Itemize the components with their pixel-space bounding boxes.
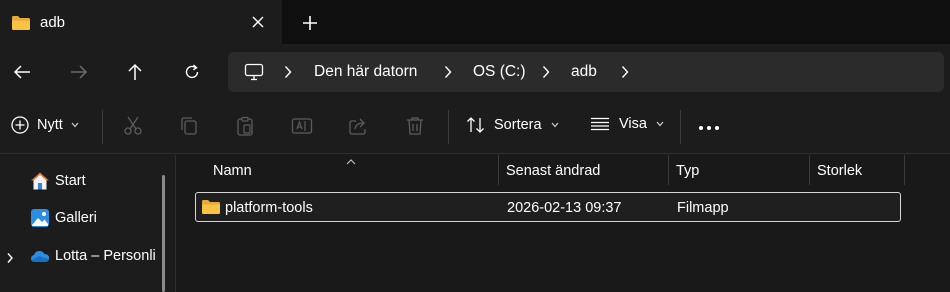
file-list: Namn Senast ändrad Typ Storlek platform-… xyxy=(177,155,950,292)
home-icon xyxy=(30,171,50,191)
chevron-right-icon[interactable] xyxy=(621,65,629,82)
close-tab-icon[interactable] xyxy=(249,13,267,31)
sort-caret-icon xyxy=(346,152,356,168)
sort-label: Sortera xyxy=(494,117,542,133)
share-icon[interactable] xyxy=(348,116,368,136)
tab-title: adb xyxy=(40,14,66,31)
plus-circle-icon xyxy=(11,116,29,134)
navigation-bar: Den här datorn OS (C:) adb xyxy=(0,44,950,100)
tab-adb[interactable]: adb xyxy=(0,0,282,44)
column-divider[interactable] xyxy=(904,155,905,185)
new-tab-icon[interactable] xyxy=(300,13,320,33)
sidebar-item-start[interactable]: Start xyxy=(30,171,86,191)
column-divider[interactable] xyxy=(668,155,669,185)
sidebar-item-gallery[interactable]: Galleri xyxy=(30,208,97,228)
back-arrow-icon[interactable] xyxy=(9,60,35,84)
tab-bar: adb xyxy=(0,0,950,44)
command-bar: Nytt Sortera Visa xyxy=(0,100,950,154)
view-button[interactable]: Visa xyxy=(590,116,664,132)
sidebar-item-label: Lotta – Personlig xyxy=(55,248,155,264)
separator xyxy=(680,110,681,144)
file-name: platform-tools xyxy=(225,200,313,216)
folder-icon xyxy=(11,15,31,34)
breadcrumb-os-c[interactable]: OS (C:) xyxy=(473,63,526,81)
computer-icon[interactable] xyxy=(244,63,264,84)
onedrive-cloud-icon xyxy=(30,246,50,266)
more-options-icon[interactable] xyxy=(698,125,720,131)
file-modified: 2026-02-13 09:37 xyxy=(507,200,622,216)
sidebar-item-onedrive[interactable]: Lotta – Personlig xyxy=(30,246,155,266)
column-divider[interactable] xyxy=(809,155,810,185)
new-label: Nytt xyxy=(37,117,63,133)
copy-icon[interactable] xyxy=(179,116,199,136)
column-divider[interactable] xyxy=(498,155,499,185)
view-lines-icon xyxy=(590,117,610,131)
chevron-right-icon[interactable] xyxy=(542,65,550,82)
address-bar[interactable]: Den här datorn OS (C:) adb xyxy=(228,52,944,92)
folder-icon xyxy=(201,199,221,218)
chevron-right-icon[interactable] xyxy=(6,251,14,267)
chevron-down-icon xyxy=(656,121,664,127)
rename-icon[interactable] xyxy=(291,116,313,136)
column-header-modified[interactable]: Senast ändrad xyxy=(506,163,600,179)
column-header-type[interactable]: Typ xyxy=(676,163,699,179)
navigation-pane: Start Galleri Lotta – Personlig xyxy=(0,155,176,292)
chevron-down-icon xyxy=(71,122,79,128)
column-header-size[interactable]: Storlek xyxy=(817,163,862,179)
new-button[interactable]: Nytt xyxy=(11,116,79,134)
breadcrumb-this-pc[interactable]: Den här datorn xyxy=(314,63,417,81)
sidebar-item-label: Start xyxy=(55,173,86,189)
up-arrow-icon[interactable] xyxy=(122,60,148,84)
column-header-name[interactable]: Namn xyxy=(213,163,252,179)
gallery-icon xyxy=(30,208,50,228)
chevron-right-icon[interactable] xyxy=(444,65,452,82)
delete-icon[interactable] xyxy=(406,116,424,136)
sort-arrows-icon xyxy=(466,116,486,134)
file-type: Filmapp xyxy=(677,200,729,216)
view-label: Visa xyxy=(619,116,647,132)
scrollbar[interactable] xyxy=(162,175,165,292)
forward-arrow-icon[interactable] xyxy=(66,60,92,84)
paste-icon[interactable] xyxy=(235,116,255,136)
cut-icon[interactable] xyxy=(123,116,143,136)
refresh-icon[interactable] xyxy=(179,60,205,84)
chevron-right-icon[interactable] xyxy=(284,65,292,82)
sort-button[interactable]: Sortera xyxy=(466,116,559,134)
chevron-down-icon xyxy=(551,122,559,128)
separator xyxy=(448,110,449,144)
sidebar-item-label: Galleri xyxy=(55,210,97,226)
table-row[interactable]: platform-tools 2026-02-13 09:37 Filmapp xyxy=(195,192,901,222)
breadcrumb-adb[interactable]: adb xyxy=(571,63,597,81)
separator xyxy=(102,110,103,144)
